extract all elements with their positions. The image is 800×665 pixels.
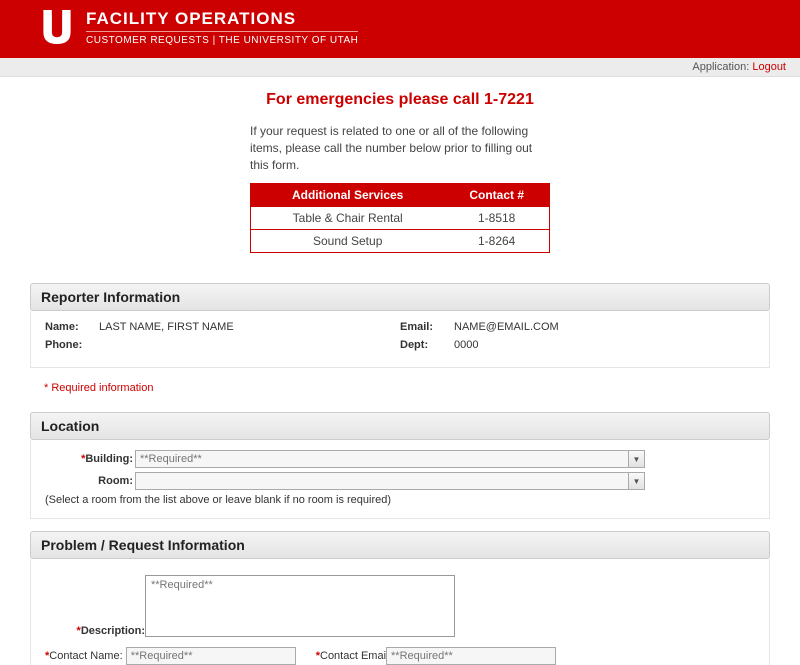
building-input[interactable] <box>135 450 629 468</box>
reporter-dept-value: 0000 <box>454 339 478 351</box>
room-input[interactable] <box>135 472 629 490</box>
emergency-notice: For emergencies please call 1-7221 <box>30 91 770 109</box>
table-row: Table & Chair Rental 1-8518 <box>251 207 550 230</box>
description-label: Description: <box>81 625 145 637</box>
contact-email-input[interactable] <box>386 647 556 665</box>
services-header-service: Additional Services <box>251 184 445 207</box>
problem-body: *Description: *Contact Name: *Contact Em… <box>30 559 770 665</box>
problem-heading: Problem / Request Information <box>30 531 770 559</box>
reporter-name-value: LAST NAME, FIRST NAME <box>99 321 234 333</box>
top-bar: Application: Logout <box>0 58 800 77</box>
services-header-contact: Contact # <box>444 184 549 207</box>
intro-text: If your request is related to one or all… <box>250 123 550 173</box>
banner-title: FACILITY OPERATIONS <box>86 9 358 29</box>
required-note: * Required information <box>30 368 770 404</box>
banner-subtitle: CUSTOMER REQUESTS | THE UNIVERSITY OF UT… <box>86 31 358 46</box>
reporter-name-label: Name: <box>45 321 93 333</box>
reporter-email-value: NAME@EMAIL.COM <box>454 321 559 333</box>
reporter-phone-label: Phone: <box>45 339 93 351</box>
room-hint: (Select a room from the list above or le… <box>45 494 755 506</box>
reporter-info-body: Name: LAST NAME, FIRST NAME Email: NAME@… <box>30 311 770 368</box>
location-body: *Building: ▼ Room: ▼ (Select a room from… <box>30 440 770 519</box>
additional-services-table: Additional Services Contact # Table & Ch… <box>250 183 550 253</box>
contact-email-label: Contact Emai <box>320 650 386 662</box>
logout-link[interactable]: Logout <box>752 61 786 73</box>
reporter-dept-label: Dept: <box>400 339 448 351</box>
building-label: Building: <box>85 453 133 465</box>
header-banner: FACILITY OPERATIONS CUSTOMER REQUESTS | … <box>0 0 800 58</box>
reporter-info-heading: Reporter Information <box>30 283 770 311</box>
location-heading: Location <box>30 412 770 440</box>
contact-name-input[interactable] <box>126 647 296 665</box>
reporter-email-label: Email: <box>400 321 448 333</box>
application-label: Application: <box>692 61 749 73</box>
room-label: Room: <box>98 475 133 487</box>
building-dropdown-button[interactable]: ▼ <box>629 450 645 468</box>
description-textarea[interactable] <box>145 575 455 637</box>
university-logo-icon <box>40 8 74 46</box>
room-dropdown-button[interactable]: ▼ <box>629 472 645 490</box>
contact-name-label: Contact Name: <box>49 650 122 662</box>
table-row: Sound Setup 1-8264 <box>251 230 550 253</box>
